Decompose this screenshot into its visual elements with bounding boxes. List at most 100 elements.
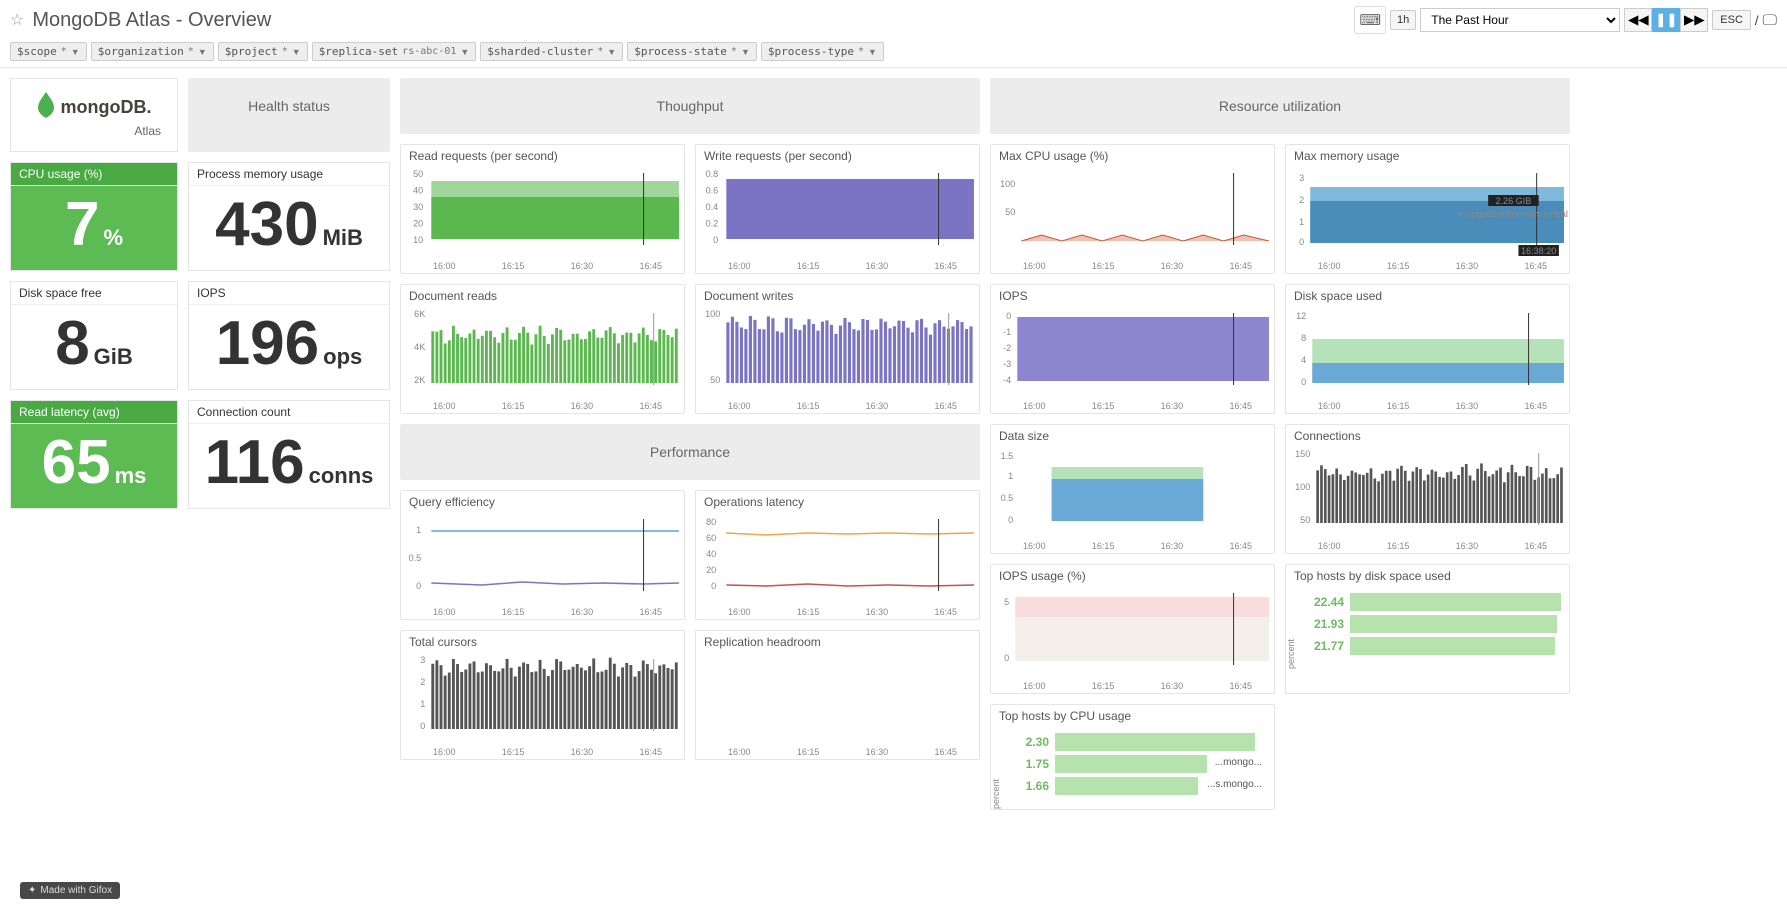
filter-pill[interactable]: $replica-setrs-abc-01▼ (312, 42, 477, 61)
chart-doc-reads[interactable]: Document reads 2K4K6K 16:0016:1516:3016:… (400, 284, 685, 414)
svg-text:5: 5 (1004, 597, 1009, 607)
throughput-section-head: Thoughput (400, 78, 980, 134)
svg-text:50: 50 (413, 169, 423, 179)
svg-text:40: 40 (413, 186, 423, 196)
svg-text:2: 2 (1299, 195, 1304, 205)
svg-text:0.2: 0.2 (706, 219, 719, 229)
chart-data-size[interactable]: Data size 1.510.50 16:0016:1516:3016:45 (990, 424, 1275, 554)
health-column: mongoDB. Atlas Health status CPU usage (… (10, 78, 390, 509)
chart-repl-headroom[interactable]: Replication headroom 16:0016:1516:3016:4… (695, 630, 980, 760)
svg-text:3: 3 (1299, 173, 1304, 183)
svg-text:2: 2 (420, 677, 425, 687)
svg-text:0.5: 0.5 (1001, 493, 1014, 503)
filter-pill[interactable]: $project*▼ (218, 42, 308, 61)
stat-iops[interactable]: IOPS 196ops (188, 281, 390, 390)
svg-text:20: 20 (413, 219, 423, 229)
top-disk-card[interactable]: Top hosts by disk space used percent 22.… (1285, 564, 1570, 694)
svg-text:2K: 2K (414, 375, 425, 385)
chart-ops-latency[interactable]: Operations latency 806040200 16:0016:151… (695, 490, 980, 620)
svg-text:20: 20 (706, 565, 716, 575)
filter-pill[interactable]: $organization*▼ (91, 42, 214, 61)
fullscreen-icon[interactable]: 🖵 (1763, 12, 1777, 29)
svg-text:0: 0 (420, 721, 425, 731)
top-cpu-card[interactable]: Top hosts by CPU usage percent 2.301.75.… (990, 704, 1275, 810)
svg-text:60: 60 (706, 533, 716, 543)
svg-text:0.6: 0.6 (706, 186, 719, 196)
health-section-head: Health status (188, 78, 390, 152)
logo-card: mongoDB. Atlas (10, 78, 178, 152)
duration-button[interactable]: 1h (1390, 10, 1416, 30)
bar-row[interactable]: 21.77 (1304, 637, 1561, 655)
made-with-badge: ✦ Made with Gifox (20, 882, 120, 899)
chart-max-cpu[interactable]: Max CPU usage (%) 10050 16:0016:1516:301… (990, 144, 1275, 274)
chart-query-eff[interactable]: Query efficiency 10.50 16:0016:1516:3016… (400, 490, 685, 620)
svg-text:1.5: 1.5 (1001, 451, 1014, 461)
filter-pill[interactable]: $scope*▼ (10, 42, 87, 61)
filter-pill[interactable]: $sharded-cluster*▼ (480, 42, 623, 61)
bar-row[interactable]: 1.75...mongo... (1009, 755, 1266, 773)
stat-latency[interactable]: Read latency (avg) 65ms (10, 400, 178, 509)
chart-write-requests[interactable]: Write requests (per second) 00.20.40.60.… (695, 144, 980, 274)
svg-text:mongodb.atlas.mem.virtual: mongodb.atlas.mem.virtual (1459, 209, 1568, 219)
svg-text:80: 80 (706, 517, 716, 527)
svg-text:1: 1 (416, 525, 421, 535)
bar-row[interactable]: 22.44 (1304, 593, 1561, 611)
svg-text:-3: -3 (1003, 359, 1011, 369)
svg-text:0: 0 (416, 581, 421, 591)
bar-row[interactable]: 2.30 (1009, 733, 1266, 751)
bar-row[interactable]: 1.66...s.mongo... (1009, 777, 1266, 795)
chart-read-requests[interactable]: Read requests (per second) 1020304050 16… (400, 144, 685, 274)
svg-text:4K: 4K (414, 342, 425, 352)
rewind-button[interactable]: ◀◀ (1624, 8, 1652, 32)
playback-controls: ◀◀ ❚❚ ▶▶ (1624, 8, 1708, 32)
svg-text:12: 12 (1296, 311, 1306, 321)
chart-max-mem[interactable]: Max memory usage 3210 2.26 GIB mongodb.a… (1285, 144, 1570, 274)
chart-disk-used[interactable]: Disk space used 12840 16:0016:1516:3016:… (1285, 284, 1570, 414)
svg-text:100: 100 (705, 309, 720, 319)
svg-text:0: 0 (1008, 515, 1013, 525)
time-range-select[interactable]: The Past Hour (1420, 8, 1620, 32)
stat-conn[interactable]: Connection count 116conns (188, 400, 390, 509)
throughput-column: Thoughput Read requests (per second) 102… (400, 78, 980, 760)
svg-text:6K: 6K (414, 309, 425, 319)
filter-pill[interactable]: $process-state*▼ (627, 42, 757, 61)
svg-text:10: 10 (413, 235, 423, 245)
svg-text:-1: -1 (1003, 327, 1011, 337)
esc-button[interactable]: ESC (1712, 10, 1751, 30)
svg-text:100: 100 (1295, 482, 1310, 492)
favorite-star-icon[interactable]: ☆ (10, 10, 24, 30)
chart-doc-writes[interactable]: Document writes 50100 16:0016:1516:3016:… (695, 284, 980, 414)
svg-text:0: 0 (1006, 311, 1011, 321)
svg-text:50: 50 (710, 375, 720, 385)
svg-text:0.8: 0.8 (706, 169, 719, 179)
svg-text:0: 0 (711, 581, 716, 591)
bar-row[interactable]: 21.93 (1304, 615, 1561, 633)
svg-text:2.26 GIB: 2.26 GIB (1495, 196, 1531, 206)
svg-text:16:38:20: 16:38:20 (1521, 246, 1556, 256)
mongo-leaf-icon (37, 92, 55, 122)
keyboard-icon[interactable]: ⌨ (1354, 6, 1386, 34)
chart-cursors[interactable]: Total cursors 0123 16:0016:1516:3016:45 (400, 630, 685, 760)
svg-text:-4: -4 (1003, 375, 1011, 385)
page-title: MongoDB Atlas - Overview (32, 9, 271, 32)
chart-iops[interactable]: IOPS 0-1-2-3-4 16:0016:1516:3016:45 (990, 284, 1275, 414)
svg-text:-2: -2 (1003, 343, 1011, 353)
svg-text:40: 40 (706, 549, 716, 559)
svg-text:0: 0 (713, 235, 718, 245)
pause-button[interactable]: ❚❚ (1652, 8, 1680, 32)
chart-iops-pct[interactable]: IOPS usage (%) 50 16:0016:1516:3016:45 (990, 564, 1275, 694)
logo-text: mongoDB. (61, 97, 152, 118)
svg-text:0: 0 (1004, 653, 1009, 663)
svg-text:3: 3 (420, 655, 425, 665)
filter-pill[interactable]: $process-type*▼ (761, 42, 884, 61)
resource-column: Resource utilization Max CPU usage (%) 1… (990, 78, 1570, 810)
stat-mem[interactable]: Process memory usage 430MiB (188, 162, 390, 271)
svg-text:150: 150 (1295, 449, 1310, 459)
chart-connections[interactable]: Connections 50100150 16:0016:1516:3016:4… (1285, 424, 1570, 554)
svg-text:1: 1 (1008, 471, 1013, 481)
filter-bar: $scope*▼$organization*▼$project*▼$replic… (0, 38, 1787, 68)
svg-text:0: 0 (1299, 237, 1304, 247)
forward-button[interactable]: ▶▶ (1680, 8, 1708, 32)
stat-cpu[interactable]: CPU usage (%) 7% (10, 162, 178, 271)
stat-disk-free[interactable]: Disk space free 8GiB (10, 281, 178, 390)
